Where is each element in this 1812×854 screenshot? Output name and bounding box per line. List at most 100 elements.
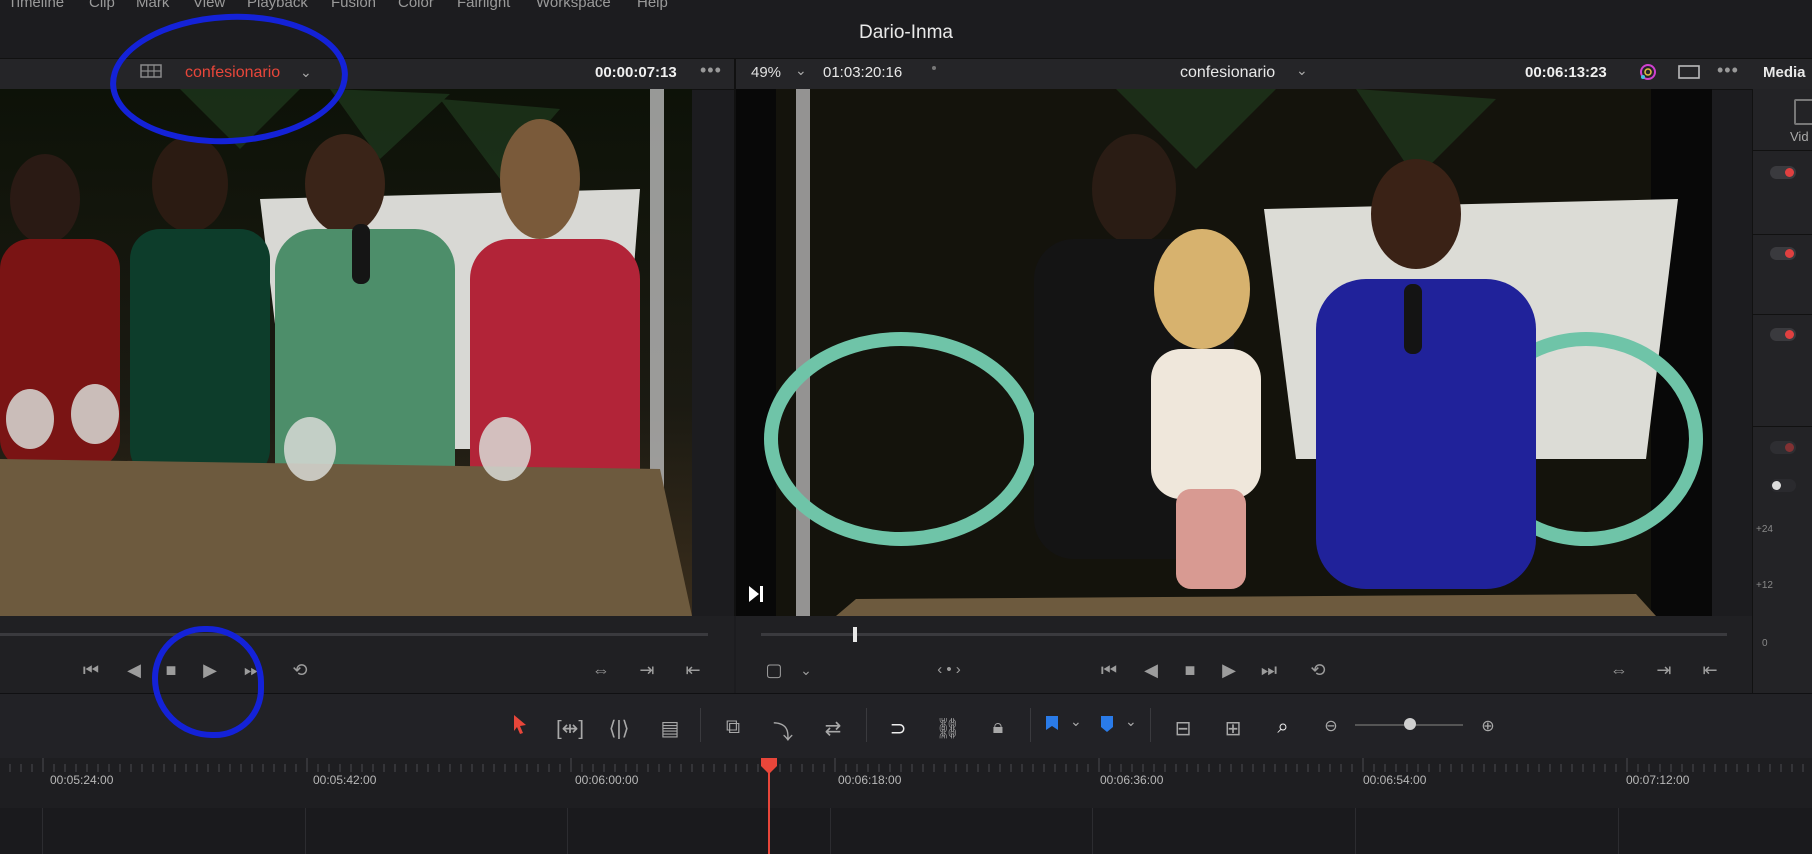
project-title: Dario-Inma (859, 22, 953, 43)
source-reverse-icon[interactable]: ◀ (120, 660, 148, 680)
track-toggle-4[interactable] (1770, 441, 1796, 454)
ruler-tick-label: 00:05:24:00 (50, 773, 114, 787)
menu-view[interactable]: View (193, 0, 225, 11)
source-mark-in-icon[interactable]: ⇥ (633, 660, 661, 680)
timeline-tracks[interactable] (0, 808, 1812, 854)
timeline-timecode: 00:06:13:23 (1525, 64, 1607, 81)
panel-divider (1752, 234, 1812, 235)
source-clip-name[interactable]: confesionario (185, 64, 280, 82)
ruler-ticks (9, 758, 1804, 772)
playhead-handle[interactable] (760, 757, 778, 775)
timecode-divider-dot (932, 66, 936, 70)
position-lock-icon[interactable]: 🔒︎ (980, 716, 1016, 739)
ruler-tick-label: 00:07:12:00 (1626, 773, 1690, 787)
menu-help[interactable]: Help (637, 0, 668, 11)
zoom-chevron-down-icon[interactable]: ⌄ (795, 62, 807, 79)
menu-timeline[interactable]: Timeline (8, 0, 64, 11)
panel-divider (1752, 314, 1812, 315)
blade-icon[interactable]: ▤ (652, 716, 688, 741)
overwrite-clip-icon[interactable]: ⤵ (765, 716, 801, 745)
viewer-layout-icon[interactable] (140, 63, 162, 79)
track-grid-line (1618, 808, 1619, 854)
track-toggle-2[interactable] (1770, 247, 1796, 260)
zoom-level[interactable]: 49% (751, 64, 781, 81)
timeline-jump-end-icon[interactable]: ⏭ (1255, 660, 1283, 680)
timeline-name-chevron-down-icon[interactable]: ⌄ (1296, 62, 1308, 79)
timeline-mark-out-icon[interactable]: ⇤ (1696, 660, 1724, 680)
source-loop-icon[interactable]: ⟲ (286, 660, 314, 680)
dynamic-trim-icon[interactable]: ⟨|⟩ (601, 716, 637, 741)
source-viewer-frame[interactable] (0, 89, 692, 616)
menu-workspace[interactable]: Workspace (536, 0, 611, 11)
source-jump-start-icon[interactable]: ⏮ (77, 660, 105, 680)
ruler-tick-label: 00:06:36:00 (1100, 773, 1164, 787)
trim-edit-icon[interactable]: [⇹] (552, 716, 588, 741)
menu-mark[interactable]: Mark (136, 0, 169, 11)
menu-color[interactable]: Color (398, 0, 434, 11)
prev-next-edit-icon[interactable]: ‹ • › (935, 660, 963, 680)
menu-bar: Timeline Clip Mark View Playback Fusion … (0, 0, 1812, 12)
media-panel-title: Media (1763, 64, 1806, 81)
marker-chevron-down-icon[interactable]: ⌄ (1125, 713, 1137, 730)
panel-divider (1752, 150, 1812, 151)
color-wheel-icon[interactable] (1637, 62, 1659, 82)
source-play-icon[interactable]: ▶ (196, 660, 224, 680)
source-jump-end-icon[interactable]: ⏭ (238, 660, 266, 680)
timeline-loop-icon[interactable]: ⟲ (1304, 660, 1332, 680)
timeline-reverse-icon[interactable]: ◀ (1137, 660, 1165, 680)
timeline-source-timecode: 01:03:20:16 (823, 64, 903, 81)
ruler-tick-label: 00:06:54:00 (1363, 773, 1427, 787)
menu-fusion[interactable]: Fusion (331, 0, 376, 11)
timeline-viewer-more-icon[interactable]: ••• (1717, 60, 1739, 81)
menu-playback[interactable]: Playback (247, 0, 308, 11)
transform-chevron-down-icon[interactable]: ⌄ (792, 660, 820, 680)
timeline-play-icon[interactable]: ▶ (1215, 660, 1243, 680)
source-transport (0, 616, 734, 693)
source-clip-chevron-down-icon[interactable]: ⌄ (300, 64, 312, 81)
media-panel (1752, 89, 1812, 693)
linked-selection-icon[interactable]: ⛓ (930, 716, 966, 741)
flag-icon[interactable] (1045, 715, 1059, 733)
zoom-custom-icon[interactable]: ⌕ (1265, 716, 1301, 739)
replace-clip-icon[interactable]: ⇄ (815, 716, 851, 741)
zoom-full-icon[interactable]: ⊟ (1165, 716, 1201, 741)
play-to-end-icon[interactable] (748, 585, 764, 603)
insert-clip-icon[interactable]: ⧉ (715, 716, 751, 739)
source-match-frame-icon[interactable]: ⇔ (587, 660, 615, 680)
track-toggle-3[interactable] (1770, 328, 1796, 341)
timeline-match-frame-icon[interactable]: ⇔ (1605, 660, 1633, 680)
timeline-jump-start-icon[interactable]: ⏮ (1095, 660, 1123, 680)
video-track-icon[interactable] (1794, 99, 1812, 125)
panel-divider (1752, 426, 1812, 427)
timeline-mark-in-icon[interactable]: ⇥ (1650, 660, 1678, 680)
timeline-name[interactable]: confesionario (1180, 64, 1275, 82)
transform-icon[interactable]: ▢ (760, 660, 788, 680)
source-scrub-bar[interactable] (0, 633, 708, 636)
menu-clip[interactable]: Clip (89, 0, 115, 11)
track-grid-line (1355, 808, 1356, 854)
zoom-out-icon[interactable]: ⊖ (1313, 716, 1349, 736)
timeline-scrub-bar[interactable] (761, 633, 1727, 636)
menu-fairlight[interactable]: Fairlight (457, 0, 510, 11)
meter-label-24: +24 (1756, 524, 1773, 535)
track-toggle-5[interactable] (1770, 479, 1796, 492)
track-toggle-1[interactable] (1770, 166, 1796, 179)
marker-icon[interactable] (1100, 715, 1114, 733)
source-options-more-icon[interactable]: ••• (700, 60, 722, 81)
flag-chevron-down-icon[interactable]: ⌄ (1070, 713, 1082, 730)
snapping-icon[interactable]: ⊃ (880, 716, 916, 741)
zoom-detail-icon[interactable]: ⊞ (1215, 716, 1251, 741)
zoom-slider-handle[interactable] (1404, 718, 1416, 730)
track-grid-line (567, 808, 568, 854)
source-stop-icon[interactable]: ■ (157, 660, 185, 680)
timeline-stop-icon[interactable]: ■ (1176, 660, 1204, 680)
toolbar-divider (866, 708, 867, 742)
timeline-viewer-frame[interactable] (736, 89, 1712, 616)
selection-arrow-icon[interactable] (512, 713, 528, 735)
meter-label-12: +12 (1756, 580, 1773, 591)
zoom-in-icon[interactable]: ⊕ (1470, 716, 1506, 736)
viewer-mode-icon[interactable] (1678, 65, 1700, 79)
timeline-scrub-playhead[interactable] (853, 627, 857, 642)
video-tab-label[interactable]: Vid (1790, 129, 1809, 144)
source-mark-out-icon[interactable]: ⇤ (679, 660, 707, 680)
